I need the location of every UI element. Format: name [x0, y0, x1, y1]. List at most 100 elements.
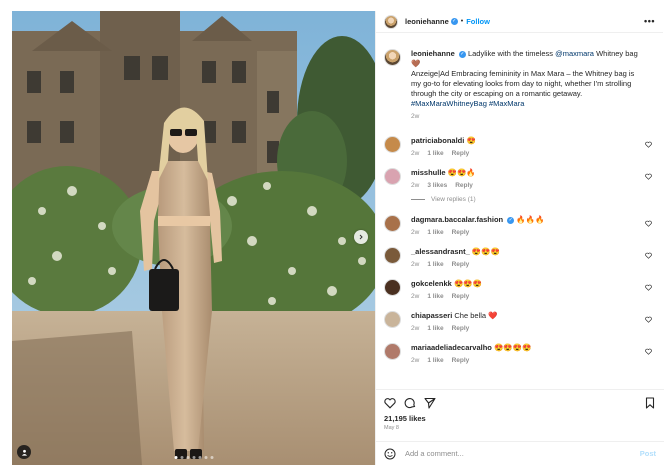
comment-item: _alessandrasnt_ 😍😍😍 2w 1 like Reply: [376, 247, 664, 268]
caption-body: Anzeige|Ad Embracing femininity in Max M…: [411, 69, 635, 98]
comment-avatar[interactable]: [384, 136, 401, 153]
comment-heart-icon[interactable]: [645, 316, 652, 323]
caption-text: leoniehanne ✓ Ladylike with the timeless…: [411, 49, 642, 109]
comment-meta: 2w 1 like Reply: [411, 293, 642, 300]
comment-likes[interactable]: 1 like: [427, 293, 443, 300]
author-avatar[interactable]: [384, 14, 398, 29]
post-comment-button[interactable]: Post: [640, 449, 656, 458]
carousel-dot: [192, 456, 195, 459]
caption-mention[interactable]: @maxmara: [555, 49, 594, 58]
comment-text: dagmara.baccalar.fashion ✓ 🔥🔥🔥: [411, 215, 642, 225]
heart-icon[interactable]: [384, 397, 396, 409]
comment-avatar[interactable]: [384, 168, 401, 185]
likes-count[interactable]: 21,195 likes: [384, 414, 426, 423]
comment-body: 😍😍😍: [471, 247, 500, 256]
comment-likes[interactable]: 3 likes: [427, 182, 447, 189]
reply-button[interactable]: Reply: [452, 150, 470, 157]
comments-list[interactable]: leoniehanne ✓ Ladylike with the timeless…: [376, 41, 664, 386]
comment-meta: 2w 1 like Reply: [411, 357, 642, 364]
comment-heart-icon[interactable]: [645, 348, 652, 355]
emoji-icon[interactable]: [384, 448, 396, 460]
comment-avatar[interactable]: [384, 279, 401, 296]
comment-age: 2w: [411, 261, 420, 268]
comment-username[interactable]: mariaadeliadecarvalho: [411, 343, 492, 352]
post-photo: [12, 11, 375, 465]
comment-body: Che bella ❤️: [454, 311, 498, 320]
comment-likes[interactable]: 1 like: [427, 261, 443, 268]
comment-avatar[interactable]: [384, 215, 401, 232]
comment-meta: 2w 1 like Reply: [411, 229, 642, 236]
comment-avatar[interactable]: [384, 343, 401, 360]
post-header: leoniehanne ✓ • Follow •••: [376, 11, 663, 33]
comment-meta: 2w 1 like Reply: [411, 325, 642, 332]
follow-button[interactable]: Follow: [466, 17, 490, 26]
reply-button[interactable]: Reply: [455, 182, 473, 189]
carousel-dot: [198, 456, 201, 459]
add-comment-input[interactable]: Add a comment...: [405, 449, 640, 458]
more-options-icon[interactable]: •••: [644, 16, 655, 26]
user-tag-button[interactable]: [17, 445, 31, 459]
comment-username[interactable]: _alessandrasnt_: [411, 247, 470, 256]
comment-age: 2w: [411, 229, 420, 236]
comment-age: 2w: [411, 150, 420, 157]
bookmark-icon[interactable]: [644, 397, 656, 409]
comment-heart-icon[interactable]: [645, 141, 652, 148]
comment-likes[interactable]: 1 like: [427, 325, 443, 332]
comment-age: 2w: [411, 182, 420, 189]
caption-text-1: Ladylike with the timeless: [467, 49, 553, 58]
view-replies-button[interactable]: View replies (1): [376, 196, 664, 203]
instagram-post: leoniehanne ✓ • Follow ••• leoniehanne ✓…: [12, 11, 664, 465]
reply-button[interactable]: Reply: [452, 293, 470, 300]
share-icon[interactable]: [424, 397, 436, 409]
comment-age: 2w: [411, 293, 420, 300]
comment-username[interactable]: chiapasseri: [411, 311, 452, 320]
reply-button[interactable]: Reply: [452, 261, 470, 268]
comment-item: chiapasseri Che bella ❤️ 2w 1 like Reply: [376, 311, 664, 332]
comment-heart-icon[interactable]: [645, 220, 652, 227]
comment-heart-icon[interactable]: [645, 173, 652, 180]
comment-item: misshulle 😍😍🔥 2w 3 likes Reply: [376, 168, 664, 189]
comment-likes[interactable]: 1 like: [427, 229, 443, 236]
carousel-dot: [174, 456, 177, 459]
chevron-right-icon: [359, 234, 363, 240]
comment-avatar[interactable]: [384, 311, 401, 328]
caption-username[interactable]: leoniehanne: [411, 49, 455, 58]
comment-username[interactable]: misshulle: [411, 168, 446, 177]
reply-button[interactable]: Reply: [452, 357, 470, 364]
caption-hashtags[interactable]: #MaxMaraWhitneyBag #MaxMara: [411, 99, 524, 108]
comment-text: chiapasseri Che bella ❤️: [411, 311, 642, 321]
comment-likes[interactable]: 1 like: [427, 150, 443, 157]
verified-badge-icon: ✓: [458, 50, 466, 58]
reply-button[interactable]: Reply: [452, 229, 470, 236]
comment-avatar[interactable]: [384, 247, 401, 264]
caption-avatar[interactable]: [384, 49, 401, 66]
caption: leoniehanne ✓ Ladylike with the timeless…: [376, 49, 664, 120]
comment-username[interactable]: dagmara.baccalar.fashion: [411, 215, 503, 224]
post-image[interactable]: [12, 11, 375, 465]
user-tag-icon: [21, 449, 27, 456]
comment-body: 😍😍😍: [453, 279, 482, 288]
reply-button[interactable]: Reply: [452, 325, 470, 332]
comment-heart-icon[interactable]: [645, 284, 652, 291]
comment-text: gokcelenkk 😍😍😍: [411, 279, 642, 289]
add-comment-bar: Add a comment... Post: [376, 441, 664, 465]
comment-likes[interactable]: 1 like: [427, 357, 443, 364]
comment-text: patriciabonaldi 😍: [411, 136, 642, 146]
comment-age: 2w: [411, 357, 420, 364]
comment-meta: 2w 1 like Reply: [411, 261, 642, 268]
carousel-next-button[interactable]: [354, 230, 368, 244]
comment-icon[interactable]: [404, 397, 416, 409]
comment-body: 🔥🔥🔥: [516, 215, 545, 224]
comment-body: 😍😍😍😍: [493, 343, 532, 352]
comment-username[interactable]: gokcelenkk: [411, 279, 452, 288]
carousel-indicator: [174, 456, 213, 459]
comment-body: 😍: [466, 136, 476, 145]
comment-item: gokcelenkk 😍😍😍 2w 1 like Reply: [376, 279, 664, 300]
comment-body: 😍😍🔥: [447, 168, 476, 177]
author-username[interactable]: leoniehanne: [405, 17, 449, 26]
verified-badge-icon: ✓: [507, 216, 515, 224]
comment-username[interactable]: patriciabonaldi: [411, 136, 464, 145]
comment-heart-icon[interactable]: [645, 252, 652, 259]
comment-text: mariaadeliadecarvalho 😍😍😍😍: [411, 343, 642, 353]
comment-text: _alessandrasnt_ 😍😍😍: [411, 247, 642, 257]
